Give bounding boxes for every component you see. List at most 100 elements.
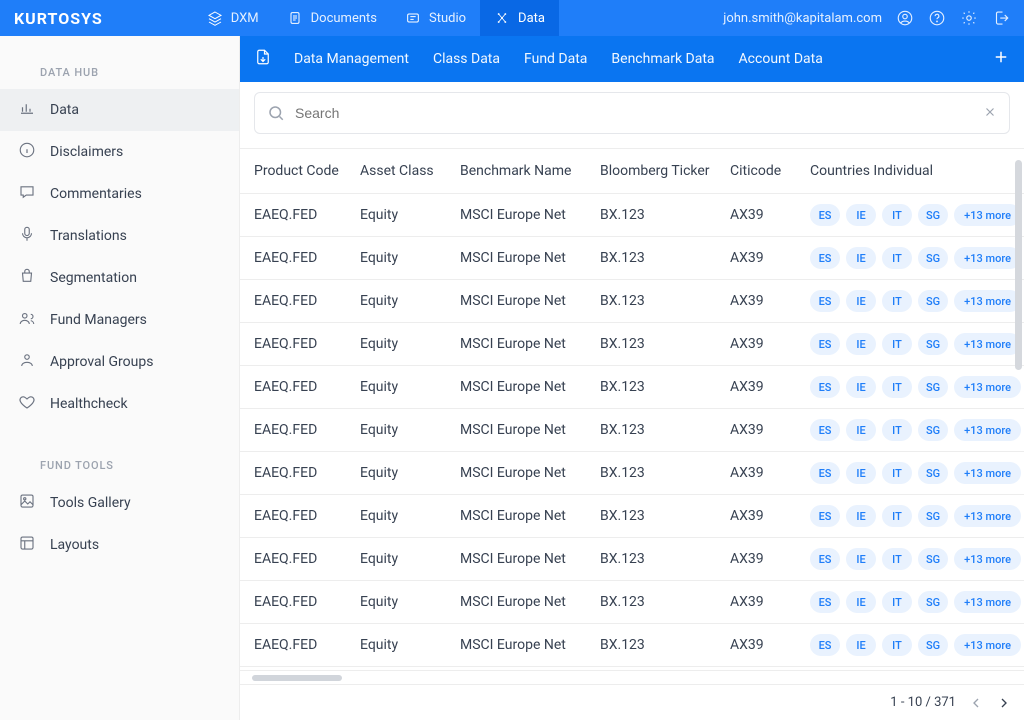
more-chip[interactable]: +13 more [954,419,1021,441]
user-icon[interactable] [896,9,914,27]
chevron-left-icon[interactable] [968,695,984,711]
topnav-documents[interactable]: Documents [273,0,391,36]
country-chip[interactable]: SG [918,591,948,613]
more-chip[interactable]: +13 more [954,548,1021,570]
table-row[interactable]: EAEQ.FEDEquityMSCI Europe NetBX.123AX39E… [240,194,1024,237]
help-icon[interactable] [928,9,946,27]
horizontal-scroll-thumb[interactable] [252,675,342,681]
country-chip[interactable]: ES [810,247,840,269]
search-input[interactable] [295,105,973,121]
more-chip[interactable]: +13 more [954,376,1021,398]
country-chip[interactable]: IE [846,204,876,226]
topnav-dxm[interactable]: DXM [193,0,273,36]
sidebar-item-tools-gallery[interactable]: Tools Gallery [0,482,239,524]
country-chip[interactable]: ES [810,290,840,312]
column-header[interactable]: Countries Individual [800,149,1024,194]
country-chip[interactable]: ES [810,204,840,226]
sidebar-item-segmentation[interactable]: Segmentation [0,257,239,299]
column-header[interactable]: Citicode [720,149,800,194]
country-chip[interactable]: IT [882,376,912,398]
country-chip[interactable]: SG [918,290,948,312]
country-chip[interactable]: IT [882,548,912,570]
country-chip[interactable]: IE [846,548,876,570]
country-chip[interactable]: IT [882,290,912,312]
country-chip[interactable]: IE [846,247,876,269]
country-chip[interactable]: IE [846,290,876,312]
country-chip[interactable]: SG [918,548,948,570]
country-chip[interactable]: SG [918,419,948,441]
table-row[interactable]: EAEQ.FEDEquityMSCI Europe NetBX.123AX39E… [240,624,1024,667]
search-box[interactable] [254,92,1010,134]
country-chip[interactable]: ES [810,376,840,398]
subtab-benchmark-data[interactable]: Benchmark Data [611,51,714,67]
vertical-scroll-thumb[interactable] [1015,160,1022,370]
table-row[interactable]: EAEQ.FEDEquityMSCI Europe NetBX.123AX39E… [240,452,1024,495]
topnav-data[interactable]: Data [480,0,559,36]
country-chip[interactable]: IE [846,462,876,484]
country-chip[interactable]: IT [882,247,912,269]
country-chip[interactable]: ES [810,505,840,527]
country-chip[interactable]: SG [918,634,948,656]
more-chip[interactable]: +13 more [954,634,1021,656]
column-header[interactable]: Benchmark Name [450,149,590,194]
more-chip[interactable]: +13 more [954,247,1021,269]
country-chip[interactable]: IE [846,634,876,656]
gear-icon[interactable] [960,9,978,27]
more-chip[interactable]: +13 more [954,204,1021,226]
country-chip[interactable]: IT [882,333,912,355]
country-chip[interactable]: ES [810,634,840,656]
topnav-studio[interactable]: Studio [391,0,480,36]
export-icon[interactable] [254,48,272,70]
column-header[interactable]: Product Code [240,149,350,194]
table-row[interactable]: EAEQ.FEDEquityMSCI Europe NetBX.123AX39E… [240,495,1024,538]
table-row[interactable]: EAEQ.FEDEquityMSCI Europe NetBX.123AX39E… [240,538,1024,581]
country-chip[interactable]: ES [810,419,840,441]
add-button[interactable] [992,48,1010,70]
column-header[interactable]: Asset Class [350,149,450,194]
country-chip[interactable]: IE [846,419,876,441]
sidebar-item-fund-managers[interactable]: Fund Managers [0,299,239,341]
more-chip[interactable]: +13 more [954,505,1021,527]
more-chip[interactable]: +13 more [954,591,1021,613]
sidebar-item-disclaimers[interactable]: Disclaimers [0,131,239,173]
table-row[interactable]: EAEQ.FEDEquityMSCI Europe NetBX.123AX39E… [240,581,1024,624]
subtab-data-management[interactable]: Data Management [294,51,409,67]
country-chip[interactable]: ES [810,462,840,484]
table-row[interactable]: EAEQ.FEDEquityMSCI Europe NetBX.123AX39E… [240,366,1024,409]
user-email[interactable]: john.smith@kapitalam.com [723,11,882,26]
country-chip[interactable]: SG [918,376,948,398]
country-chip[interactable]: IT [882,634,912,656]
horizontal-scrollbar[interactable] [240,670,1024,684]
sidebar-item-healthcheck[interactable]: Healthcheck [0,383,239,425]
sidebar-item-commentaries[interactable]: Commentaries [0,173,239,215]
country-chip[interactable]: IT [882,591,912,613]
country-chip[interactable]: SG [918,333,948,355]
data-table-scroll[interactable]: Product CodeAsset ClassBenchmark NameBlo… [240,148,1024,670]
country-chip[interactable]: SG [918,204,948,226]
country-chip[interactable]: IE [846,333,876,355]
subtab-account-data[interactable]: Account Data [739,51,823,67]
country-chip[interactable]: IT [882,204,912,226]
clear-icon[interactable] [983,104,997,123]
sidebar-item-approval-groups[interactable]: Approval Groups [0,341,239,383]
subtab-class-data[interactable]: Class Data [433,51,500,67]
country-chip[interactable]: IE [846,376,876,398]
table-row[interactable]: EAEQ.FEDEquityMSCI Europe NetBX.123AX39E… [240,280,1024,323]
table-row[interactable]: EAEQ.FEDEquityMSCI Europe NetBX.123AX39E… [240,323,1024,366]
column-header[interactable]: Bloomberg Ticker [590,149,720,194]
more-chip[interactable]: +13 more [954,333,1021,355]
table-row[interactable]: EAEQ.FEDEquityMSCI Europe NetBX.123AX39E… [240,409,1024,452]
country-chip[interactable]: ES [810,333,840,355]
country-chip[interactable]: ES [810,591,840,613]
sidebar-item-layouts[interactable]: Layouts [0,524,239,566]
logout-icon[interactable] [992,9,1010,27]
country-chip[interactable]: SG [918,505,948,527]
country-chip[interactable]: IE [846,505,876,527]
sidebar-item-translations[interactable]: Translations [0,215,239,257]
table-row[interactable]: EAEQ.FEDEquityMSCI Europe NetBX.123AX39E… [240,237,1024,280]
country-chip[interactable]: IT [882,505,912,527]
country-chip[interactable]: ES [810,548,840,570]
country-chip[interactable]: IT [882,462,912,484]
subtab-fund-data[interactable]: Fund Data [524,51,587,67]
sidebar-item-data[interactable]: Data [0,89,239,131]
